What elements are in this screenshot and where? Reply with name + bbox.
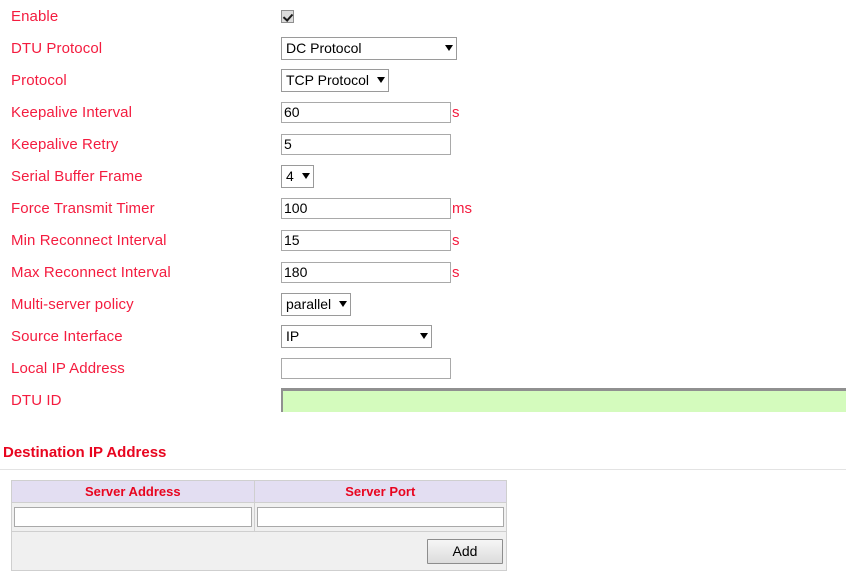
label-enable: Enable bbox=[11, 7, 59, 25]
unit-max-reconnect-interval: s bbox=[452, 263, 460, 281]
control-cell-force-transmit-timer: ms bbox=[281, 192, 846, 224]
form-row-keepalive-retry: Keepalive Retry bbox=[0, 128, 846, 160]
cell-add-action: Add bbox=[11, 531, 507, 571]
server-port-input[interactable] bbox=[256, 507, 504, 527]
keepalive-interval-input[interactable] bbox=[281, 101, 451, 123]
multi-server-policy-value: parallel bbox=[286, 296, 332, 312]
label-max-reconnect-interval: Max Reconnect Interval bbox=[11, 263, 171, 281]
control-cell-max-reconnect-interval: s bbox=[281, 256, 846, 288]
chevron-down-icon bbox=[339, 301, 348, 307]
label-dtu-id: DTU ID bbox=[11, 391, 62, 409]
label-cell-force-transmit-timer: Force Transmit Timer bbox=[0, 192, 281, 224]
label-dtu-protocol: DTU Protocol bbox=[11, 39, 103, 57]
form-row-min-reconnect-interval: Min Reconnect Interval s bbox=[0, 224, 846, 256]
label-multi-server-policy: Multi-server policy bbox=[11, 295, 134, 313]
serial-buffer-frame-value: 4 bbox=[286, 168, 294, 184]
control-cell-keepalive-retry bbox=[281, 128, 846, 160]
label-keepalive-retry: Keepalive Retry bbox=[11, 135, 119, 153]
label-min-reconnect-interval: Min Reconnect Interval bbox=[11, 231, 167, 249]
source-interface-select[interactable]: IP bbox=[281, 324, 432, 348]
label-cell-dtu-id: DTU ID bbox=[0, 384, 281, 416]
cell-server-port bbox=[253, 502, 508, 532]
table-row bbox=[11, 502, 508, 532]
label-cell-local-ip-address: Local IP Address bbox=[0, 352, 281, 384]
unit-force-transmit-timer: ms bbox=[452, 199, 472, 217]
form-row-dtu-protocol: DTU Protocol DC Protocol bbox=[0, 32, 846, 64]
control-cell-min-reconnect-interval: s bbox=[281, 224, 846, 256]
control-cell-source-interface: IP bbox=[281, 320, 846, 352]
label-cell-keepalive-retry: Keepalive Retry bbox=[0, 128, 281, 160]
column-header-server-port: Server Port bbox=[253, 480, 508, 503]
label-force-transmit-timer: Force Transmit Timer bbox=[11, 199, 155, 217]
destination-table-wrap: Server Address Server Port Add bbox=[0, 470, 846, 571]
control-cell-multi-server-policy: parallel bbox=[281, 288, 846, 320]
form-row-multi-server-policy: Multi-server policy parallel bbox=[0, 288, 846, 320]
form-row-dtu-id: DTU ID bbox=[0, 384, 846, 416]
multi-server-policy-select[interactable]: parallel bbox=[281, 292, 352, 316]
form-row-protocol: Protocol TCP Protocol bbox=[0, 64, 846, 96]
dtu-protocol-value: DC Protocol bbox=[286, 40, 362, 56]
dtu-settings-form: Enable DTU Protocol DC Protocol Protocol… bbox=[0, 0, 846, 416]
chevron-down-icon bbox=[301, 173, 310, 179]
form-row-serial-buffer-frame: Serial Buffer Frame 4 bbox=[0, 160, 846, 192]
label-serial-buffer-frame: Serial Buffer Frame bbox=[11, 167, 143, 185]
control-cell-local-ip-address bbox=[281, 352, 846, 384]
label-cell-enable: Enable bbox=[0, 0, 281, 32]
serial-buffer-frame-select[interactable]: 4 bbox=[281, 164, 314, 188]
form-row-keepalive-interval: Keepalive Interval s bbox=[0, 96, 846, 128]
form-row-force-transmit-timer: Force Transmit Timer ms bbox=[0, 192, 846, 224]
label-cell-serial-buffer-frame: Serial Buffer Frame bbox=[0, 160, 281, 192]
table-footer-row: Add bbox=[11, 531, 507, 571]
label-cell-multi-server-policy: Multi-server policy bbox=[0, 288, 281, 320]
control-cell-dtu-protocol: DC Protocol bbox=[281, 32, 846, 64]
unit-keepalive-interval: s bbox=[452, 103, 460, 121]
dtu-id-input[interactable] bbox=[281, 388, 846, 412]
unit-min-reconnect-interval: s bbox=[452, 231, 460, 249]
label-source-interface: Source Interface bbox=[11, 327, 123, 345]
enable-checkbox[interactable] bbox=[281, 9, 294, 23]
chevron-down-icon bbox=[445, 45, 453, 51]
label-keepalive-interval: Keepalive Interval bbox=[11, 103, 133, 121]
max-reconnect-interval-input[interactable] bbox=[281, 261, 451, 283]
label-local-ip-address: Local IP Address bbox=[11, 359, 125, 377]
label-cell-max-reconnect-interval: Max Reconnect Interval bbox=[0, 256, 281, 288]
label-cell-source-interface: Source Interface bbox=[0, 320, 281, 352]
label-cell-keepalive-interval: Keepalive Interval bbox=[0, 96, 281, 128]
control-cell-serial-buffer-frame: 4 bbox=[281, 160, 846, 192]
control-cell-dtu-id bbox=[281, 384, 846, 416]
form-row-enable: Enable bbox=[0, 0, 846, 32]
local-ip-address-input[interactable] bbox=[281, 357, 451, 379]
form-row-local-ip-address: Local IP Address bbox=[0, 352, 846, 384]
protocol-value: TCP Protocol bbox=[286, 72, 369, 88]
cell-server-address bbox=[11, 502, 255, 532]
label-protocol: Protocol bbox=[11, 71, 67, 89]
control-cell-keepalive-interval: s bbox=[281, 96, 846, 128]
label-cell-min-reconnect-interval: Min Reconnect Interval bbox=[0, 224, 281, 256]
dtu-protocol-select[interactable]: DC Protocol bbox=[281, 36, 457, 60]
add-button[interactable]: Add bbox=[427, 538, 503, 564]
destination-ip-table: Server Address Server Port Add bbox=[11, 480, 508, 571]
control-cell-enable bbox=[281, 0, 846, 32]
server-address-input[interactable] bbox=[14, 507, 252, 527]
table-header-row: Server Address Server Port bbox=[11, 480, 508, 503]
keepalive-retry-input[interactable] bbox=[281, 133, 451, 155]
min-reconnect-interval-input[interactable] bbox=[281, 229, 451, 251]
force-transmit-timer-input[interactable] bbox=[281, 197, 451, 219]
form-row-max-reconnect-interval: Max Reconnect Interval s bbox=[0, 256, 846, 288]
form-row-source-interface: Source Interface IP bbox=[0, 320, 846, 352]
column-header-server-address: Server Address bbox=[11, 480, 255, 503]
label-cell-dtu-protocol: DTU Protocol bbox=[0, 32, 281, 64]
chevron-down-icon bbox=[377, 77, 385, 83]
control-cell-protocol: TCP Protocol bbox=[281, 64, 846, 96]
destination-ip-address-heading: Destination IP Address bbox=[3, 444, 167, 461]
chevron-down-icon bbox=[420, 333, 428, 339]
protocol-select[interactable]: TCP Protocol bbox=[281, 68, 389, 92]
label-cell-protocol: Protocol bbox=[0, 64, 281, 96]
source-interface-value: IP bbox=[286, 328, 300, 344]
